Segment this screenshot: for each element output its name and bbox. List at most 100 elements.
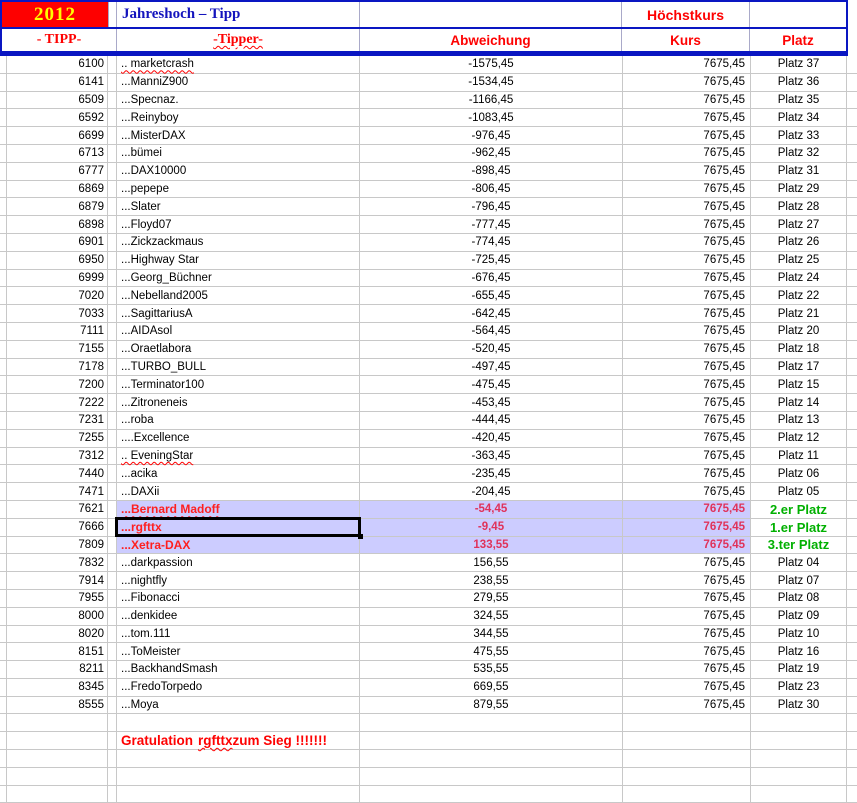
tipper-cell[interactable]: ...Oraetlabora [117,340,360,359]
tipp-cell[interactable]: 8151 [7,643,108,662]
kurs-cell[interactable]: 7675,45 [623,233,751,252]
gap-cell[interactable] [108,305,117,323]
kurs-cell[interactable]: 7675,45 [623,287,751,306]
tipp-cell[interactable]: 6141 [7,73,108,92]
kurs-cell[interactable]: 7675,45 [623,643,751,662]
col-header-tipper[interactable]: -Tipper- [117,29,360,51]
tipper-cell[interactable]: ...Specnaz. [117,91,360,110]
gap-cell[interactable] [108,750,117,768]
platz-cell[interactable]: Platz 35 [751,91,847,110]
abweichung-cell[interactable]: -1166,45 [360,91,623,110]
platz-cell[interactable]: Platz 20 [751,322,847,341]
gap-cell[interactable] [108,625,117,644]
abweichung-cell[interactable]: -976,45 [360,127,623,145]
abweichung-cell[interactable]: -363,45 [360,447,623,466]
gap-cell[interactable] [108,643,117,662]
abweichung-cell[interactable]: -676,45 [360,269,623,288]
gap-cell[interactable] [108,447,117,466]
tipp-cell[interactable]: 6898 [7,216,108,234]
hoechstkurs-cell[interactable]: Höchstkurs [622,2,750,27]
abweichung-cell[interactable]: -898,45 [360,162,623,181]
kurs-cell[interactable]: 7675,45 [623,56,751,74]
tipp-cell[interactable]: 6509 [7,91,108,110]
kurs-cell[interactable]: 7675,45 [623,91,751,110]
tipper-cell[interactable]: ...darkpassion [117,554,360,573]
kurs-cell[interactable]: 7675,45 [623,376,751,395]
tipper-cell[interactable] [117,785,360,803]
gap-cell[interactable] [108,500,117,519]
abweichung-cell[interactable] [360,750,623,768]
abweichung-cell[interactable]: -453,45 [360,394,623,412]
tipper-cell[interactable]: ...TURBO_BULL [117,358,360,377]
tipper-cell[interactable]: ...ToMeister [117,643,360,662]
tipper-cell[interactable]: ...Georg_Büchner [117,269,360,288]
abweichung-cell[interactable]: -235,45 [360,465,623,484]
platz-cell[interactable] [751,714,847,733]
platz-cell[interactable]: Platz 37 [751,56,847,74]
gap-cell[interactable] [108,554,117,573]
tipp-cell[interactable]: 6901 [7,233,108,252]
tipper-cell[interactable]: ...MisterDAX [117,127,360,145]
abweichung-cell[interactable]: 535,55 [360,661,623,679]
gap-cell[interactable] [108,73,117,92]
kurs-cell[interactable]: 7675,45 [623,500,751,519]
tipp-cell[interactable]: 7809 [7,536,108,555]
platz-cell[interactable]: Platz 04 [751,554,847,573]
tipp-cell[interactable]: 6699 [7,127,108,145]
gap-cell[interactable] [108,322,117,341]
tipper-cell[interactable]: ...ManniZ900 [117,73,360,92]
year-cell[interactable]: 2012 [2,2,109,27]
tipp-cell[interactable]: 7621 [7,500,108,519]
gap-cell[interactable] [108,144,117,163]
gap-cell[interactable] [108,109,117,128]
gap-cell[interactable] [108,411,117,430]
gap-cell[interactable] [108,287,117,306]
tipp-cell[interactable]: 7471 [7,483,108,501]
gap-cell[interactable] [108,607,117,626]
abweichung-cell[interactable]: 133,55 [360,536,623,555]
tipper-cell[interactable]: ...denkidee [117,607,360,626]
tipper-cell[interactable]: ...Nebelland2005 [117,287,360,306]
kurs-cell[interactable]: 7675,45 [623,305,751,323]
tipper-cell[interactable]: ...DAX10000 [117,162,360,181]
tipp-cell[interactable]: 6879 [7,198,108,217]
tipper-cell[interactable]: Gratulation rgfttx zum Sieg !!!!!!! [117,732,360,751]
kurs-cell[interactable]: 7675,45 [623,572,751,590]
kurs-cell[interactable]: 7675,45 [623,625,751,644]
tipp-cell[interactable]: 7312 [7,447,108,466]
kurs-cell[interactable]: 7675,45 [623,607,751,626]
tipp-cell[interactable]: 6777 [7,162,108,181]
kurs-cell[interactable]: 7675,45 [623,162,751,181]
kurs-cell[interactable]: 7675,45 [623,251,751,270]
tipp-cell[interactable]: 7222 [7,394,108,412]
tipp-cell[interactable]: 7914 [7,572,108,590]
platz-cell[interactable]: Platz 25 [751,251,847,270]
tipper-cell[interactable]: .. marketcrash [117,56,360,74]
tipper-cell[interactable] [117,750,360,768]
tipp-cell[interactable]: 7231 [7,411,108,430]
tipper-cell[interactable]: ...acika [117,465,360,484]
kurs-cell[interactable]: 7675,45 [623,144,751,163]
tipp-cell[interactable] [7,732,108,751]
tipper-cell[interactable]: ...rgfttx [115,516,363,539]
platz-cell[interactable]: Platz 13 [751,411,847,430]
tipp-cell[interactable] [7,750,108,768]
kurs-cell[interactable]: 7675,45 [623,483,751,501]
tipper-cell[interactable]: ...FredoTorpedo [117,678,360,697]
platz-cell[interactable] [751,732,847,751]
gap-cell[interactable] [108,358,117,377]
gap-cell[interactable] [108,127,117,145]
gap-cell[interactable] [108,394,117,412]
tipp-cell[interactable] [7,714,108,733]
platz-cell[interactable]: Platz 14 [751,394,847,412]
platz-cell[interactable]: 3.ter Platz [751,536,847,555]
abweichung-cell[interactable] [360,714,623,733]
platz-cell[interactable]: Platz 28 [751,198,847,217]
abweichung-cell[interactable]: 879,55 [360,696,623,715]
platz-cell[interactable]: Platz 09 [751,607,847,626]
platz-cell[interactable]: Platz 22 [751,287,847,306]
gap-cell[interactable] [108,767,117,786]
tipper-cell[interactable]: ...Zickzackmaus [117,233,360,252]
platz-cell[interactable]: Platz 21 [751,305,847,323]
abweichung-cell[interactable]: -774,45 [360,233,623,252]
